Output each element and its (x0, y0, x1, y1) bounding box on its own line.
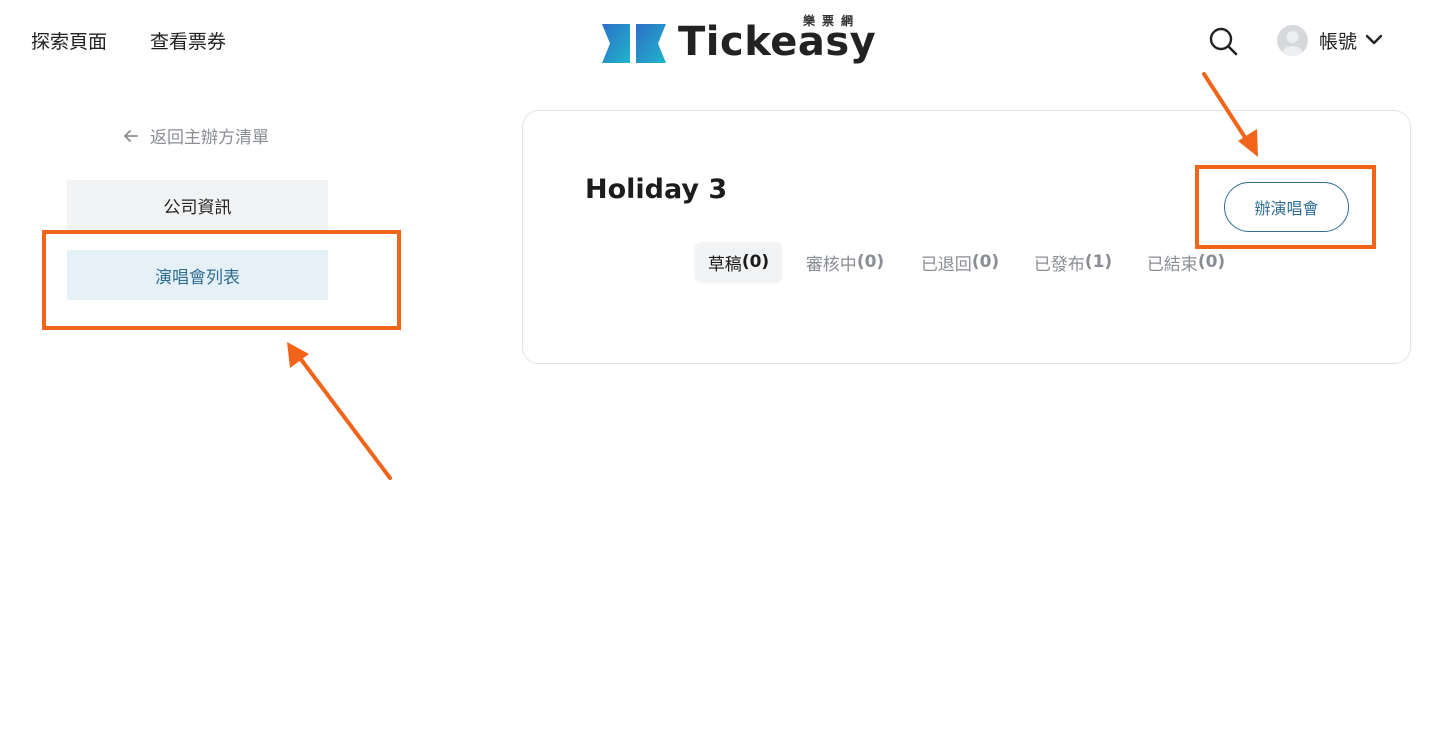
annotation-arrow-sidebar (287, 342, 392, 480)
tab-label: 已結束 (1146, 254, 1198, 275)
tab-count: (0) (1197, 252, 1226, 272)
tab-published[interactable]: 已發布 (1) (1030, 242, 1116, 282)
tab-label: 草稿 (707, 254, 742, 275)
tab-draft[interactable]: 草稿 (0) (695, 242, 782, 282)
back-link-label: 返回主辦方清單 (150, 128, 269, 148)
sidebar-item-company-info[interactable]: 公司資訊 (67, 180, 328, 230)
user-avatar-icon (1277, 24, 1308, 56)
annotation-highlight-box (42, 230, 401, 330)
annotation-highlight-box (1195, 165, 1376, 249)
nav-tickets-link[interactable]: 查看票券 (150, 27, 226, 54)
sidebar-item-label: 公司資訊 (163, 197, 232, 218)
logo-mark-icon (602, 24, 666, 63)
tab-label: 已退回 (920, 254, 972, 275)
tab-label: 審核中 (805, 254, 857, 275)
tab-rejected[interactable]: 已退回 (0) (915, 242, 1005, 282)
arrow-left-icon (124, 129, 138, 142)
tab-count: (0) (856, 252, 885, 272)
logo-subtitle: 樂票網 (803, 14, 861, 28)
search-icon[interactable] (1206, 24, 1240, 58)
chevron-down-icon (1365, 34, 1383, 45)
back-to-organizers-link[interactable]: 返回主辦方清單 (122, 123, 269, 148)
tab-count: (1) (1084, 252, 1113, 272)
tab-reviewing[interactable]: 審核中 (0) (800, 242, 890, 282)
account-label: 帳號 (1319, 30, 1358, 53)
tab-label: 已發布 (1033, 254, 1085, 275)
site-logo[interactable]: Tickeasy 樂票網 (600, 12, 885, 72)
tab-count: (0) (971, 252, 1000, 272)
tab-count: (0) (741, 252, 770, 272)
nav-explore-link[interactable]: 探索頁面 (31, 27, 107, 54)
account-menu[interactable]: 帳號 (1277, 24, 1384, 56)
page-title: Holiday 3 (585, 174, 728, 205)
